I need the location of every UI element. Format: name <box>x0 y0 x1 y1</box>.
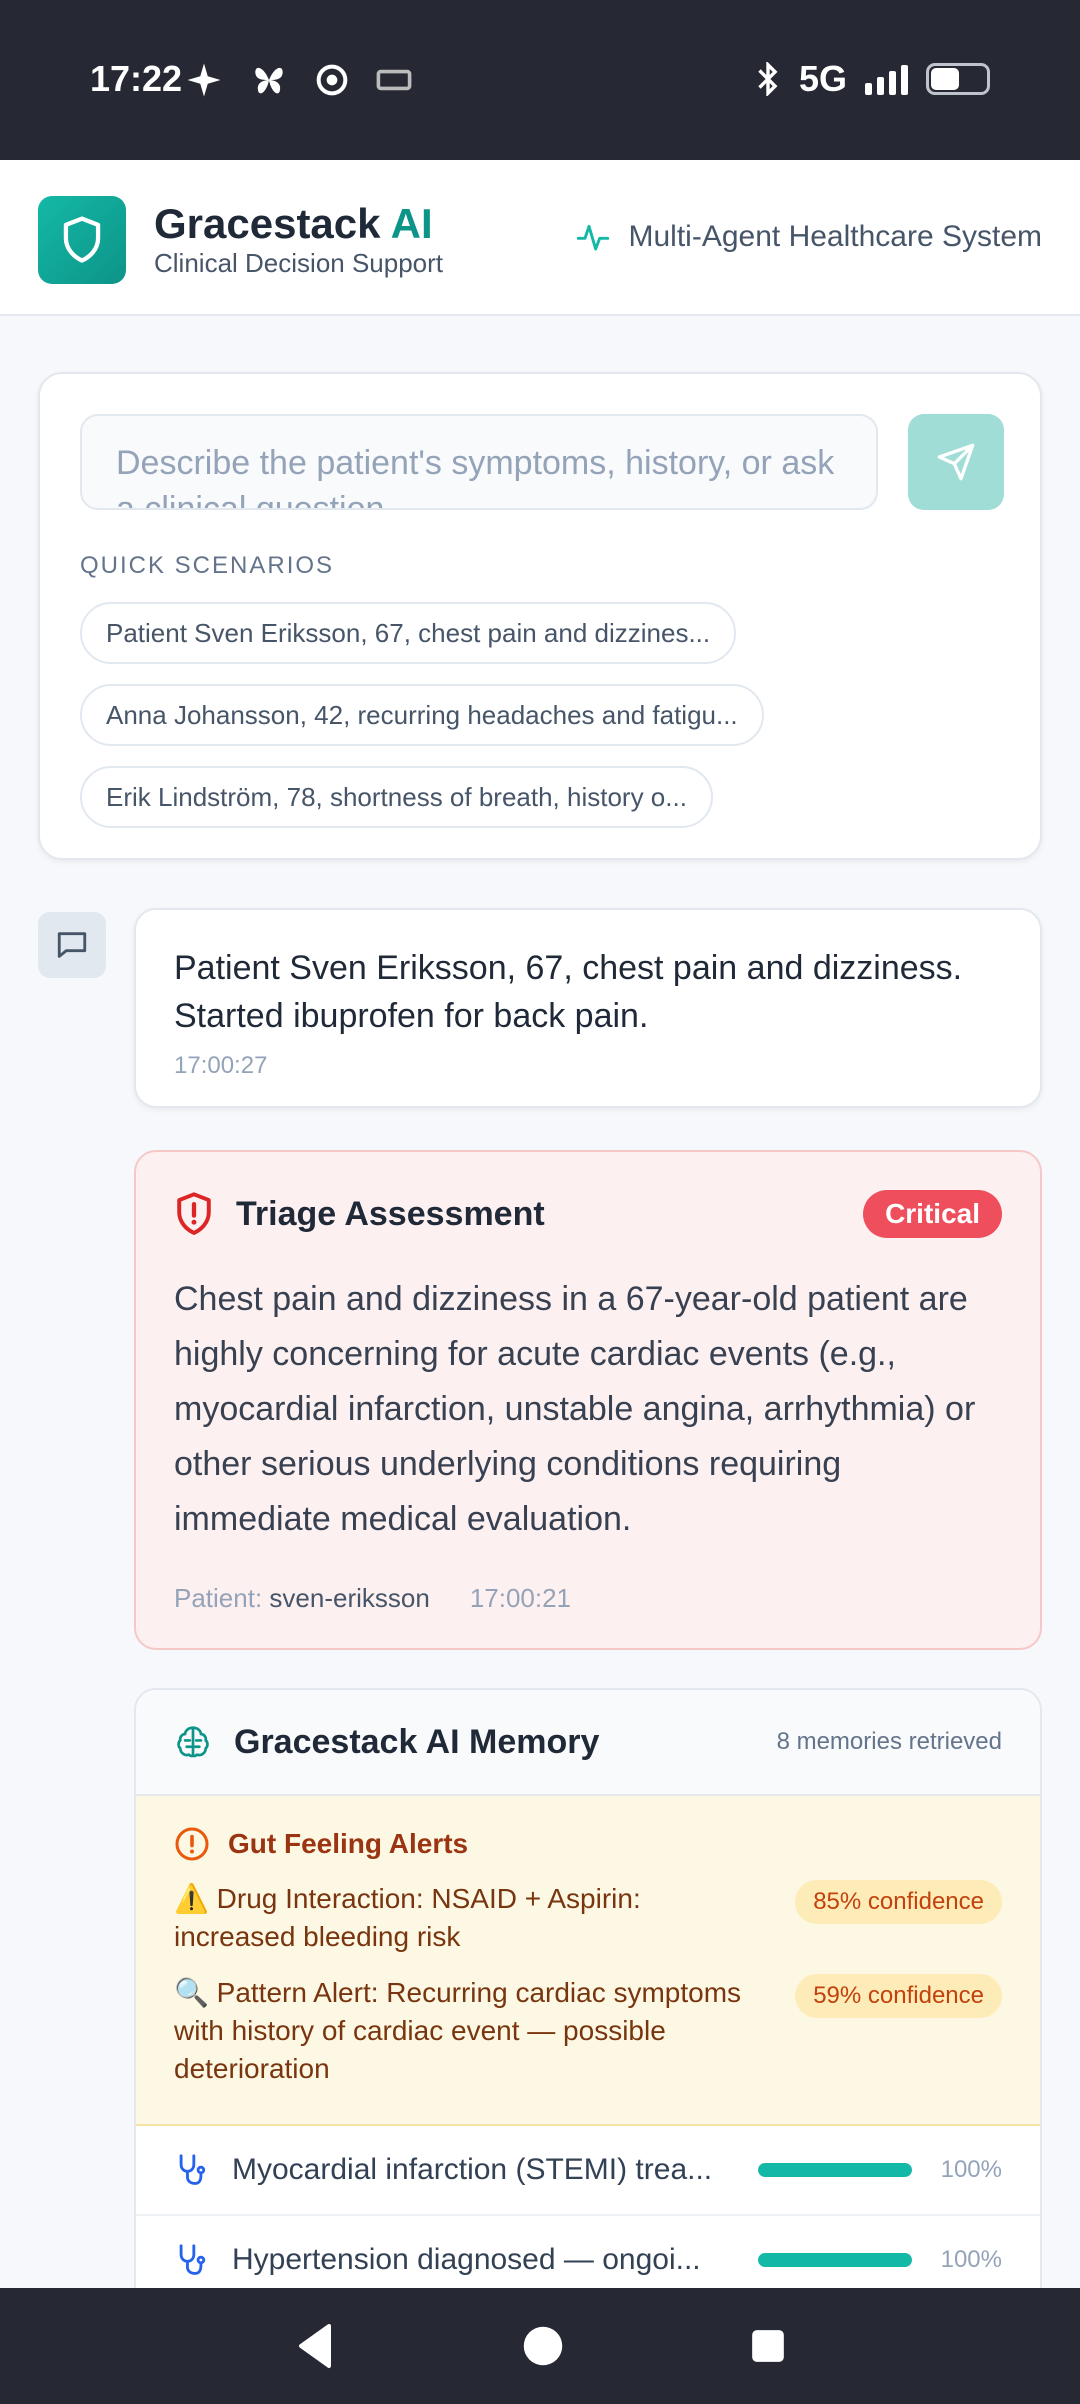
triage-card: Triage Assessment Critical Chest pain an… <box>134 1150 1042 1650</box>
network-type: 5G <box>798 58 847 99</box>
signal-icon <box>865 63 908 95</box>
confidence-badge: 59% confidence <box>795 1974 1002 2018</box>
app-icon <box>376 69 412 91</box>
sparkle-icon <box>187 63 221 97</box>
alert-text: 🔍 Pattern Alert: Recurring cardiac sympt… <box>174 1977 742 2084</box>
app-header: Gracestack AI Clinical Decision Support … <box>0 160 1080 316</box>
user-message: Patient Sven Eriksson, 67, chest pain an… <box>134 908 1042 1108</box>
battery-icon <box>926 63 990 95</box>
triage-title: Triage Assessment <box>236 1194 545 1233</box>
recents-icon[interactable] <box>749 2327 787 2365</box>
send-icon <box>937 443 975 481</box>
relevance-bar-fill <box>758 2253 912 2267</box>
relevance-percent: 100% <box>940 2246 1002 2273</box>
scenario-chip[interactable]: Anna Johansson, 42, recurring headaches … <box>80 684 764 746</box>
memory-title: Gracestack AI Memory <box>234 1722 600 1761</box>
scenario-chip[interactable]: Erik Lindström, 78, shortness of breath,… <box>80 766 713 828</box>
alerts-title: Gut Feeling Alerts <box>228 1828 469 1859</box>
clinical-query-input[interactable]: Describe the patient's symptoms, history… <box>80 414 878 510</box>
alert-circle-icon <box>175 1827 209 1861</box>
alert-item: ⚠️ Drug Interaction: NSAID + Aspirin: in… <box>174 1880 1002 1956</box>
query-card: Describe the patient's symptoms, history… <box>38 372 1042 860</box>
brand: Gracestack AI Clinical Decision Support <box>154 202 443 279</box>
activity-icon <box>576 224 609 251</box>
quick-scenarios-label: QUICK SCENARIOS <box>80 552 335 579</box>
butterfly-icon <box>255 67 283 94</box>
chrome-icon <box>316 64 348 96</box>
memory-item-label: Hypertension diagnosed — ongoi... <box>232 2243 701 2276</box>
send-button[interactable] <box>908 414 1004 510</box>
relevance-bar-fill <box>758 2163 912 2177</box>
shield-alert-icon <box>177 1192 211 1235</box>
gut-feeling-alerts: Gut Feeling Alerts ⚠️ Drug Interaction: … <box>136 1796 1040 2126</box>
status-bar: 17:22 5G <box>0 0 1080 160</box>
message-icon <box>38 912 106 978</box>
relevance-percent: 100% <box>940 2156 1002 2183</box>
relevance-bar <box>758 2163 912 2177</box>
system-label: Multi-Agent Healthcare System <box>575 220 1042 254</box>
severity-badge: Critical <box>863 1190 1002 1238</box>
confidence-badge: 85% confidence <box>795 1880 1002 1924</box>
memory-item-label: Myocardial infarction (STEMI) trea... <box>232 2153 713 2186</box>
alert-text: ⚠️ Drug Interaction: NSAID + Aspirin: in… <box>174 1883 641 1952</box>
system-nav-bar <box>0 2288 1080 2404</box>
user-message-text: Patient Sven Eriksson, 67, chest pain an… <box>174 949 963 1035</box>
memory-count: 8 memories retrieved <box>776 1728 1002 1755</box>
bluetooth-icon <box>758 62 778 96</box>
status-right: 5G <box>755 58 990 100</box>
alert-item: 🔍 Pattern Alert: Recurring cardiac sympt… <box>174 1974 1002 2088</box>
patient-label: Patient: <box>174 1583 263 1613</box>
triage-time: 17:00:21 <box>469 1583 572 1613</box>
brain-icon <box>177 1726 209 1758</box>
triage-meta: Patient: sven-eriksson 17:00:21 <box>174 1583 1002 1614</box>
scenario-chip[interactable]: Patient Sven Eriksson, 67, chest pain an… <box>80 602 737 664</box>
relevance-bar <box>758 2253 912 2267</box>
notification-icons <box>186 62 412 98</box>
stethoscope-icon <box>179 2154 206 2185</box>
memory-item[interactable]: Myocardial infarction (STEMI) trea... 10… <box>136 2126 1040 2216</box>
patient-id: sven-eriksson <box>269 1583 430 1613</box>
back-icon[interactable] <box>293 2322 337 2370</box>
stethoscope-icon <box>179 2244 206 2275</box>
brand-subtitle: Clinical Decision Support <box>154 248 444 278</box>
status-time: 17:22 <box>90 58 183 99</box>
triage-body: Chest pain and dizziness in a 67-year-ol… <box>174 1280 976 1538</box>
shield-logo-icon <box>38 196 126 284</box>
user-message-time: 17:00:27 <box>174 1052 268 1079</box>
brand-title: Gracestack AI <box>154 200 433 247</box>
home-icon[interactable] <box>522 2325 564 2367</box>
